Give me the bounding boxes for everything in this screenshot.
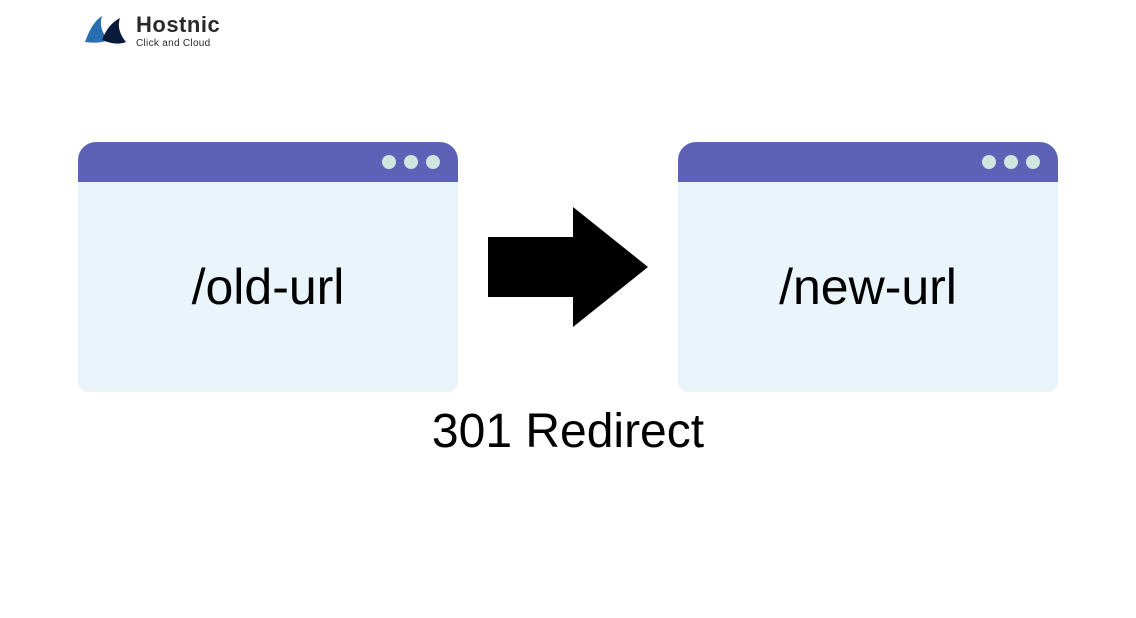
window-dot-icon (982, 155, 996, 169)
brand-logo: Hostnic Click and Cloud (80, 10, 220, 50)
window-dot-icon (404, 155, 418, 169)
redirect-diagram: /old-url /new-url 301 Redirect (78, 142, 1058, 459)
old-window-titlebar (78, 142, 458, 182)
window-dot-icon (426, 155, 440, 169)
old-url-window: /old-url (78, 142, 458, 392)
diagram-caption: 301 Redirect (432, 404, 704, 459)
logo-text: Hostnic Click and Cloud (136, 12, 220, 49)
logo-swoosh-icon (80, 10, 130, 50)
arrow-icon (488, 202, 648, 332)
old-url-text: /old-url (192, 258, 345, 316)
diagram-row: /old-url /new-url (78, 142, 1058, 392)
new-window-titlebar (678, 142, 1058, 182)
new-window-body: /new-url (678, 182, 1058, 392)
window-dot-icon (1004, 155, 1018, 169)
new-url-text: /new-url (779, 258, 957, 316)
logo-name: Hostnic (136, 12, 220, 38)
new-url-window: /new-url (678, 142, 1058, 392)
logo-tagline: Click and Cloud (136, 38, 220, 49)
window-dot-icon (382, 155, 396, 169)
old-window-body: /old-url (78, 182, 458, 392)
window-dot-icon (1026, 155, 1040, 169)
